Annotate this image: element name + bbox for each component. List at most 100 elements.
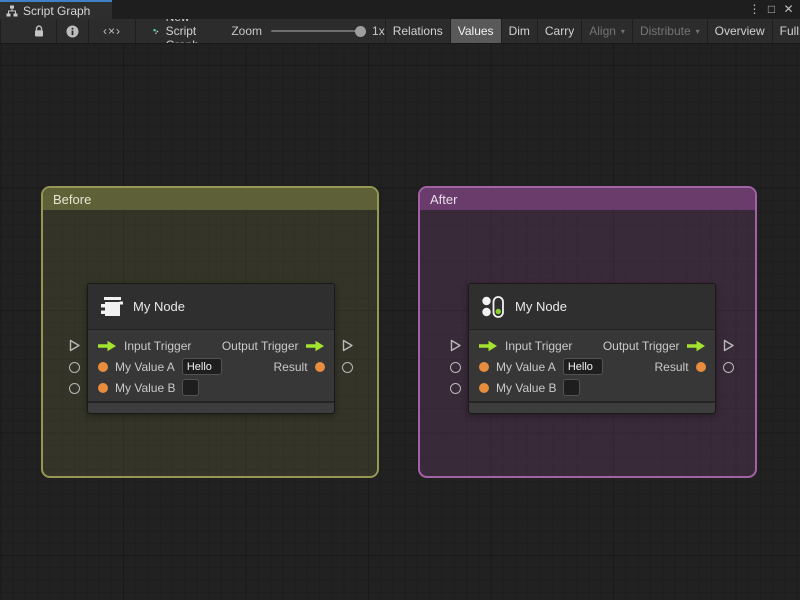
default-unit-icon (101, 297, 123, 316)
port-my-value-b[interactable]: My Value B (479, 377, 603, 398)
group-after[interactable]: After My Node Input Trigger My Value A H… (418, 186, 757, 478)
toolbar-divider (135, 19, 136, 43)
port-result[interactable]: Result (655, 356, 706, 377)
group-before[interactable]: Before My Node Input Trigger My Value A … (41, 186, 379, 478)
node-title: My Node (133, 299, 186, 314)
maximize-icon[interactable]: □ (763, 0, 780, 19)
graph-hierarchy-icon (6, 5, 18, 16)
lock-icon (35, 24, 43, 36)
flow-input-outer-port[interactable] (449, 339, 462, 352)
graph-canvas[interactable]: Before My Node Input Trigger My Value A … (0, 44, 800, 600)
toolbar-divider (0, 19, 1, 43)
circle-port-icon (342, 362, 353, 373)
node-footer (88, 401, 334, 413)
circle-port-icon (450, 362, 461, 373)
carry-button[interactable]: Carry (536, 19, 581, 43)
zoom-control: Zoom 1x (231, 19, 384, 43)
triangle-port-icon (342, 339, 353, 352)
port-my-value-a[interactable]: My Value A (98, 356, 222, 377)
circle-port-icon (450, 383, 461, 394)
group-after-header[interactable]: After (420, 188, 755, 210)
value-a-outer-port[interactable] (68, 361, 81, 374)
close-icon[interactable]: ✕ (780, 0, 797, 19)
value-b-outer-port[interactable] (68, 382, 81, 395)
node-my-node-after[interactable]: My Node Input Trigger My Value A Hello M… (450, 283, 734, 414)
group-title: Before (53, 191, 92, 207)
node-footer (469, 401, 715, 413)
node-my-node-before[interactable]: My Node Input Trigger My Value A Hello M… (69, 283, 353, 414)
lock-button[interactable] (22, 19, 56, 43)
port-my-value-a[interactable]: My Value A (479, 356, 603, 377)
circle-port-icon (69, 362, 80, 373)
value-b-input[interactable] (563, 379, 581, 396)
zoom-label: Zoom (231, 24, 263, 38)
result-outer-port[interactable] (722, 361, 735, 374)
value-port-icon (695, 361, 706, 372)
value-port-icon (479, 361, 489, 372)
info-button[interactable] (57, 19, 88, 43)
value-a-outer-port[interactable] (449, 361, 462, 374)
align-dropdown[interactable]: Align ▾ (581, 19, 632, 43)
flow-arrow-icon (479, 340, 497, 351)
value-port-icon (314, 361, 325, 372)
port-input-trigger[interactable]: Input Trigger (479, 335, 603, 356)
overview-button[interactable]: Overview (706, 19, 772, 43)
chevron-down-icon: ▾ (620, 26, 625, 36)
tab-script-graph[interactable]: Script Graph (0, 0, 112, 19)
graph-toolbar: ‹×› New Script Graph Zoom 1x Relations V… (0, 19, 800, 44)
new-script-graph-label: New Script Graph (165, 19, 199, 43)
toolbar-right-buttons: Relations Values Dim Carry Align ▾ Distr… (384, 19, 800, 43)
node-header[interactable]: My Node (469, 284, 715, 330)
node-header[interactable]: My Node (88, 284, 334, 330)
group-before-header[interactable]: Before (43, 188, 377, 210)
result-outer-port[interactable] (341, 361, 354, 374)
value-a-input[interactable] (562, 358, 603, 375)
zoom-slider[interactable] (271, 25, 367, 37)
port-output-trigger[interactable]: Output Trigger (222, 335, 325, 356)
value-b-outer-port[interactable] (449, 382, 462, 395)
code-view-button[interactable]: ‹×› (89, 19, 135, 43)
zoom-level: 1x (372, 24, 385, 38)
menu-icon[interactable]: ⋮ (746, 0, 763, 19)
flow-arrow-icon (686, 340, 705, 351)
group-title: After (430, 191, 458, 207)
node-body[interactable]: My Node Input Trigger My Value A Hello M… (468, 283, 716, 414)
value-a-input[interactable] (181, 358, 222, 375)
node-title: My Node (515, 299, 568, 314)
script-graph-window: Script Graph ⋮ □ ✕ ‹×› Script Zoom 1x Re… (0, 0, 800, 600)
circle-port-icon (723, 362, 734, 373)
triangle-port-icon (450, 339, 461, 352)
dim-button[interactable]: Dim (500, 19, 537, 43)
custom-toggle-icon (482, 295, 504, 318)
port-my-value-b[interactable]: My Value B (98, 377, 222, 398)
node-ports: Input Trigger My Value A My Value B (469, 330, 715, 401)
node-ports: Input Trigger My Value A My Value B (88, 330, 334, 401)
flow-arrow-icon (305, 340, 324, 351)
window-controls: ⋮ □ ✕ (746, 0, 797, 19)
flow-input-outer-port[interactable] (68, 339, 81, 352)
flow-output-outer-port[interactable] (722, 339, 735, 352)
value-port-icon (479, 382, 489, 393)
zoom-slider-handle[interactable] (355, 25, 367, 37)
script-graph-asset-icon (153, 28, 159, 34)
port-result[interactable]: Result (274, 356, 325, 377)
tab-bar: Script Graph ⋮ □ ✕ (0, 0, 800, 19)
value-b-input[interactable] (182, 379, 200, 396)
node-body[interactable]: My Node Input Trigger My Value A Hello M… (87, 283, 335, 414)
triangle-port-icon (723, 339, 734, 352)
relations-button[interactable]: Relations (384, 19, 450, 43)
port-output-trigger[interactable]: Output Trigger (603, 335, 706, 356)
circle-port-icon (69, 383, 80, 394)
new-script-graph-button[interactable]: New Script Graph (143, 19, 216, 43)
port-input-trigger[interactable]: Input Trigger (98, 335, 222, 356)
chevron-down-icon: ▾ (695, 26, 700, 36)
values-button[interactable]: Values (449, 19, 501, 43)
value-port-icon (98, 382, 108, 393)
flow-output-outer-port[interactable] (341, 339, 354, 352)
info-icon (66, 25, 79, 37)
flow-arrow-icon (98, 340, 116, 351)
value-port-icon (98, 361, 108, 372)
distribute-dropdown[interactable]: Distribute ▾ (631, 19, 707, 43)
tab-title: Script Graph (23, 3, 91, 18)
fullscreen-button[interactable]: Full Screen (771, 19, 800, 43)
